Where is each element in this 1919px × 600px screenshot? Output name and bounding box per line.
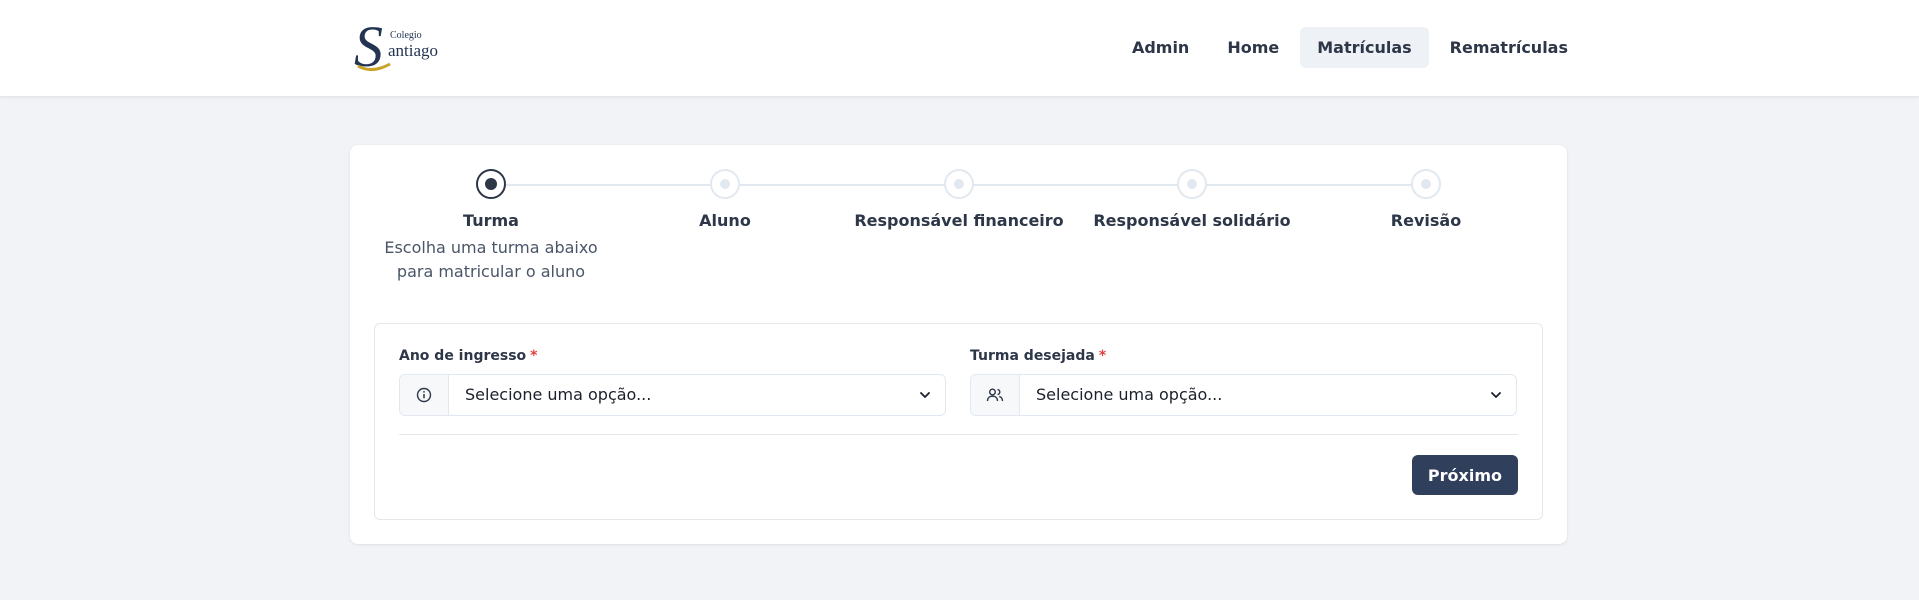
chevron-down-icon (905, 375, 945, 415)
field-turma-desejada: Turma desejada * Selecione uma opção... (970, 348, 1517, 416)
select-value: Selecione uma opção... (465, 385, 652, 404)
step-title: Aluno (699, 211, 751, 230)
turma-form: Ano de ingresso * Selecione uma opção... … (374, 323, 1543, 520)
step-title: Turma (463, 211, 519, 230)
nav-rematriculas[interactable]: Rematrículas (1433, 27, 1585, 68)
step-turma: Turma Escolha uma turma abaixo para matr… (374, 169, 608, 284)
next-button[interactable]: Próximo (1411, 455, 1518, 495)
field-ano-ingresso: Ano de ingresso * Selecione uma opção... (399, 348, 946, 416)
step-responsavel-financeiro: Responsável financeiro (842, 169, 1076, 230)
enrollment-card: Turma Escolha uma turma abaixo para matr… (350, 145, 1567, 544)
step-indicator (710, 169, 740, 199)
step-title: Responsável financeiro (854, 211, 1064, 230)
step-title: Responsável solidário (1093, 211, 1291, 230)
turma-desejada-select[interactable]: Selecione uma opção... (970, 374, 1517, 416)
step-description: Escolha uma turma abaixo para matricular… (384, 238, 598, 281)
step-title: Revisão (1390, 211, 1462, 230)
required-asterisk: * (1098, 348, 1107, 364)
nav-matriculas[interactable]: Matrículas (1300, 27, 1429, 68)
colegio-santiago-logo[interactable]: S Colegio antiago (352, 14, 462, 74)
step-indicator-active (476, 169, 506, 199)
required-asterisk: * (530, 348, 538, 364)
field-label: Ano de ingresso * (399, 348, 946, 366)
ano-ingresso-select[interactable]: Selecione uma opção... (399, 374, 946, 416)
field-label-text: Ano de ingresso (399, 348, 527, 364)
step-indicator (944, 169, 974, 199)
field-label: Turma desejada * (970, 348, 1517, 366)
nav-home[interactable]: Home (1210, 27, 1296, 68)
logo-image: S Colegio antiago (354, 14, 438, 74)
step-aluno: Aluno (608, 169, 842, 230)
step-indicator (1411, 169, 1441, 199)
users-icon (971, 375, 1020, 415)
select-value: Selecione uma opção... (1036, 385, 1223, 404)
main-nav: Admin Home Matrículas Rematrículas (1115, 27, 1585, 68)
logo-large-text: antiago (388, 41, 438, 60)
field-label-text: Turma desejada (970, 348, 1095, 364)
chevron-down-icon (1476, 375, 1516, 415)
step-responsavel-solidario: Responsável solidário (1075, 169, 1309, 230)
step-indicator (1177, 169, 1207, 199)
form-divider (399, 434, 1518, 435)
logo-monogram: S (354, 14, 383, 74)
step-revisao: Revisão (1309, 169, 1543, 230)
top-navbar: S Colegio antiago Admin Home Matrículas … (0, 0, 1919, 97)
logo-small-text: Colegio (390, 30, 422, 41)
nav-admin[interactable]: Admin (1115, 27, 1206, 68)
info-circle-icon (400, 375, 449, 415)
